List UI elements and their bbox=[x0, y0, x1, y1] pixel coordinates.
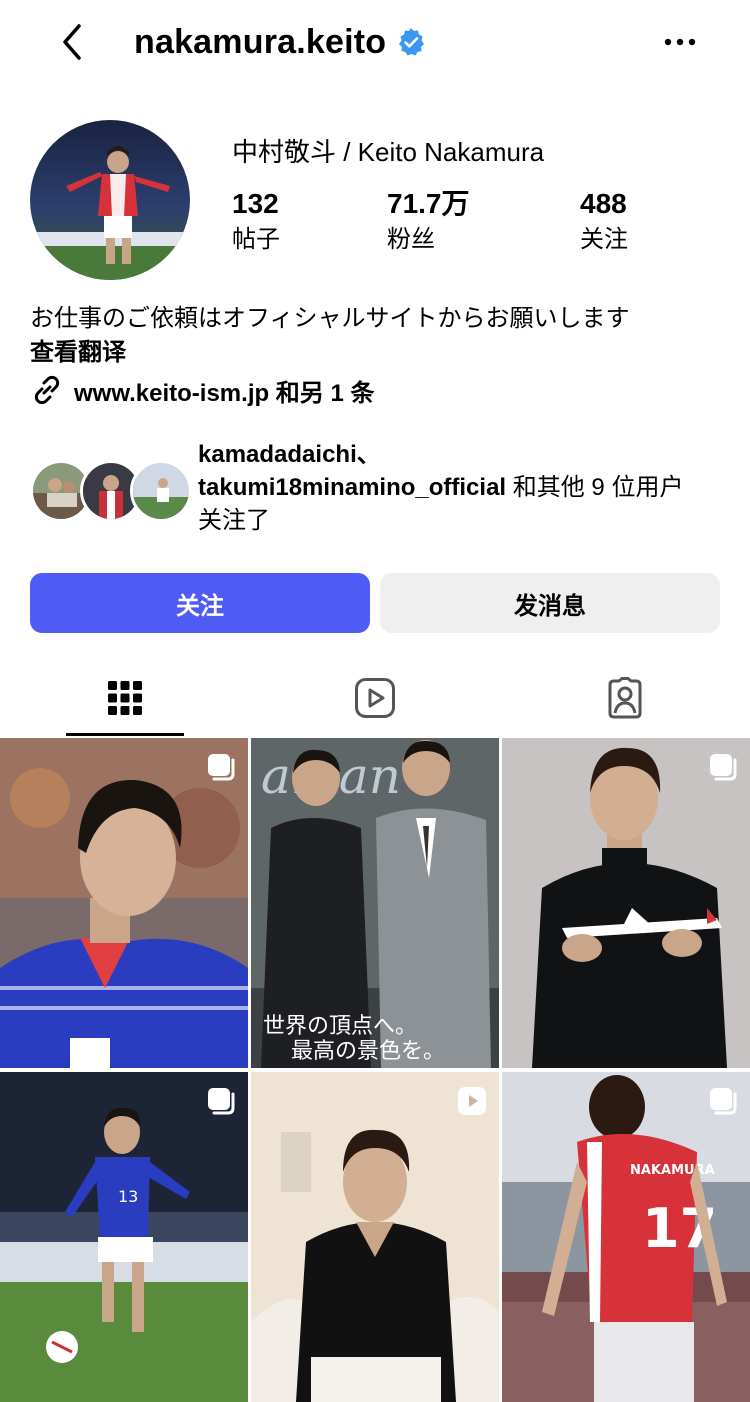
grid-icon bbox=[108, 681, 142, 715]
stat-value: 71.7万 bbox=[387, 188, 470, 219]
post-image bbox=[0, 738, 248, 1068]
stat-value: 132 bbox=[232, 188, 279, 219]
followed-by-text[interactable]: kamadadaichi、 takumi18minamino_official … bbox=[198, 438, 683, 537]
post-image: 13 bbox=[0, 1072, 248, 1402]
profile-avatar[interactable] bbox=[30, 120, 190, 280]
stat-following[interactable]: 488 关注 bbox=[580, 186, 628, 256]
tab-grid[interactable] bbox=[0, 660, 250, 736]
reel-play-icon bbox=[458, 1087, 486, 1115]
multiple-photos-icon bbox=[208, 754, 235, 781]
avatar bbox=[130, 460, 192, 522]
username-title: nakamura.keito bbox=[134, 20, 426, 64]
post-thumbnail[interactable] bbox=[251, 1072, 499, 1402]
username: nakamura.keito bbox=[134, 22, 387, 61]
post-thumbnail[interactable]: NAKAMURA 17 bbox=[502, 1072, 750, 1402]
others-count: 和其他 9 位用户 bbox=[506, 474, 684, 501]
post-thumbnail[interactable]: 13 bbox=[0, 1072, 248, 1402]
top-bar: nakamura.keito bbox=[0, 0, 750, 86]
stat-followers[interactable]: 71.7万 粉丝 bbox=[387, 186, 470, 256]
more-options-button[interactable] bbox=[655, 20, 705, 64]
stat-label: 关注 bbox=[580, 226, 628, 253]
mutual-followers-avatars[interactable] bbox=[30, 460, 192, 522]
back-button[interactable] bbox=[52, 20, 92, 64]
svg-text:13: 13 bbox=[118, 1187, 138, 1206]
svg-text:世界の頂点へ。: 世界の頂点へ。 bbox=[263, 1014, 417, 1039]
message-button[interactable]: 发消息 bbox=[380, 573, 720, 633]
tagged-person-icon bbox=[608, 677, 642, 719]
post-image: NAKAMURA 17 bbox=[502, 1072, 750, 1402]
bio-text: お仕事のご依頼はオフィシャルサイトからお願いします bbox=[30, 305, 630, 332]
multiple-photos-icon bbox=[208, 1088, 235, 1115]
reels-icon bbox=[355, 678, 395, 718]
full-name: 中村敬斗 / Keito Nakamura bbox=[232, 137, 545, 167]
followed-suffix: 关注了 bbox=[198, 507, 270, 534]
post-thumbnail[interactable]: an an 世界の頂点へ。 最高の景色を。 bbox=[251, 738, 499, 1068]
post-image bbox=[251, 1072, 499, 1402]
more-horizontal-icon bbox=[664, 38, 696, 46]
active-tab-indicator bbox=[66, 733, 184, 736]
chevron-left-icon bbox=[63, 24, 81, 60]
post-thumbnail[interactable] bbox=[502, 738, 750, 1068]
stat-label: 帖子 bbox=[232, 226, 280, 253]
see-translation-link[interactable]: 查看翻译 bbox=[30, 336, 126, 370]
multiple-photos-icon bbox=[710, 754, 737, 781]
verified-badge-icon bbox=[396, 27, 426, 57]
stat-label: 粉丝 bbox=[387, 226, 435, 253]
follower-name: kamadadaichi、 bbox=[198, 441, 381, 468]
tab-reels[interactable] bbox=[250, 660, 500, 736]
post-image bbox=[502, 738, 750, 1068]
svg-text:NAKAMURA: NAKAMURA bbox=[630, 1163, 715, 1178]
svg-text:最高の景色を。: 最高の景色を。 bbox=[291, 1039, 445, 1064]
stat-posts[interactable]: 132 帖子 bbox=[232, 186, 280, 256]
external-link[interactable]: www.keito-ism.jp 和另 1 条 bbox=[30, 372, 375, 408]
post-thumbnail[interactable] bbox=[0, 738, 248, 1068]
profile-tabs bbox=[0, 660, 750, 740]
follower-name: takumi18minamino_official bbox=[198, 474, 507, 501]
tab-tagged[interactable] bbox=[500, 660, 750, 736]
multiple-photos-icon bbox=[710, 1088, 737, 1115]
stat-value: 488 bbox=[580, 188, 627, 219]
link-icon bbox=[34, 375, 60, 405]
follow-button[interactable]: 关注 bbox=[30, 573, 370, 633]
avatar-photo bbox=[30, 120, 190, 280]
post-image: an an 世界の頂点へ。 最高の景色を。 bbox=[251, 738, 499, 1068]
link-text: www.keito-ism.jp 和另 1 条 bbox=[74, 379, 375, 407]
posts-grid: an an 世界の頂点へ。 最高の景色を。 13 NAKAMURA 17 bbox=[0, 738, 750, 1402]
